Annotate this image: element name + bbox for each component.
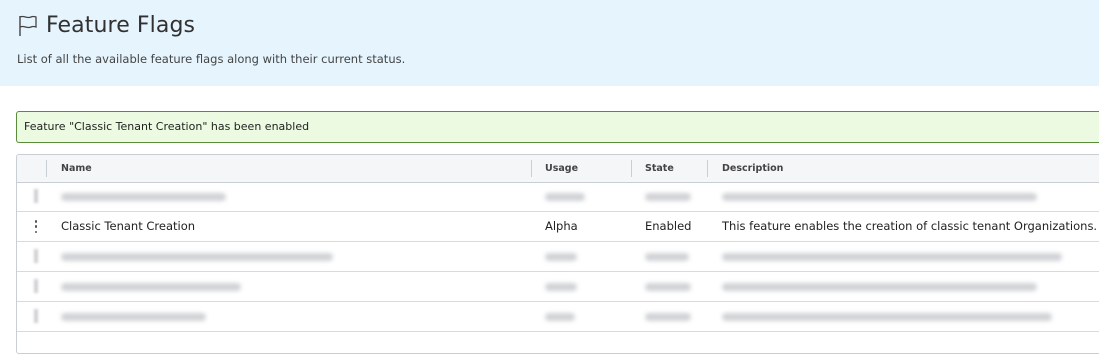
column-separator <box>707 160 708 177</box>
flag-icon <box>19 15 37 36</box>
table-row[interactable]: Classic Tenant Creation Alpha Enabled Th… <box>17 212 1099 242</box>
row-description: This feature enables the creation of cla… <box>722 219 1098 233</box>
blurred-usage <box>545 253 577 261</box>
column-header-name[interactable]: Name <box>61 155 92 182</box>
column-separator <box>631 160 632 177</box>
column-header-usage[interactable]: Usage <box>545 155 578 182</box>
table-row-blurred[interactable] <box>17 182 1099 212</box>
row-action-placeholder <box>34 279 38 293</box>
column-separator <box>531 160 532 177</box>
blurred-description <box>722 283 1037 291</box>
blurred-state <box>645 253 689 261</box>
blurred-state <box>645 193 691 201</box>
table-row-blurred[interactable] <box>17 272 1099 302</box>
blurred-usage <box>545 283 577 291</box>
blurred-description <box>722 193 1037 201</box>
row-action-placeholder <box>34 249 38 263</box>
alert-message: Feature "Classic Tenant Creation" has be… <box>24 120 310 133</box>
row-action-placeholder <box>34 309 38 323</box>
blurred-name <box>61 253 333 261</box>
blurred-description <box>722 253 1062 261</box>
blurred-description <box>722 313 1052 321</box>
blurred-name <box>61 193 226 201</box>
row-action-placeholder <box>34 189 38 203</box>
blurred-state <box>645 313 691 321</box>
blurred-usage <box>545 193 585 201</box>
row-state: Enabled <box>645 219 692 233</box>
row-name: Classic Tenant Creation <box>61 219 196 233</box>
page-header: Feature Flags List of all the available … <box>0 0 1099 86</box>
blurred-name <box>61 283 241 291</box>
column-header-description[interactable]: Description <box>722 155 783 182</box>
table-row-blurred[interactable] <box>17 242 1099 272</box>
blurred-usage <box>545 313 575 321</box>
title-row: Feature Flags <box>18 13 195 38</box>
kebab-menu-icon[interactable] <box>31 220 41 233</box>
column-header-state[interactable]: State <box>645 155 674 182</box>
success-alert: Feature "Classic Tenant Creation" has be… <box>16 111 1099 143</box>
column-separator <box>46 160 47 177</box>
blurred-name <box>61 313 206 321</box>
page-subtitle: List of all the available feature flags … <box>17 52 406 66</box>
grid-header: Name Usage State Description <box>17 155 1099 183</box>
feature-flags-grid: Name Usage State Description Classic Ten… <box>16 154 1099 354</box>
page-title: Feature Flags <box>46 13 196 38</box>
row-usage: Alpha <box>545 219 578 233</box>
blurred-state <box>645 283 691 291</box>
table-row-blurred[interactable] <box>17 302 1099 332</box>
